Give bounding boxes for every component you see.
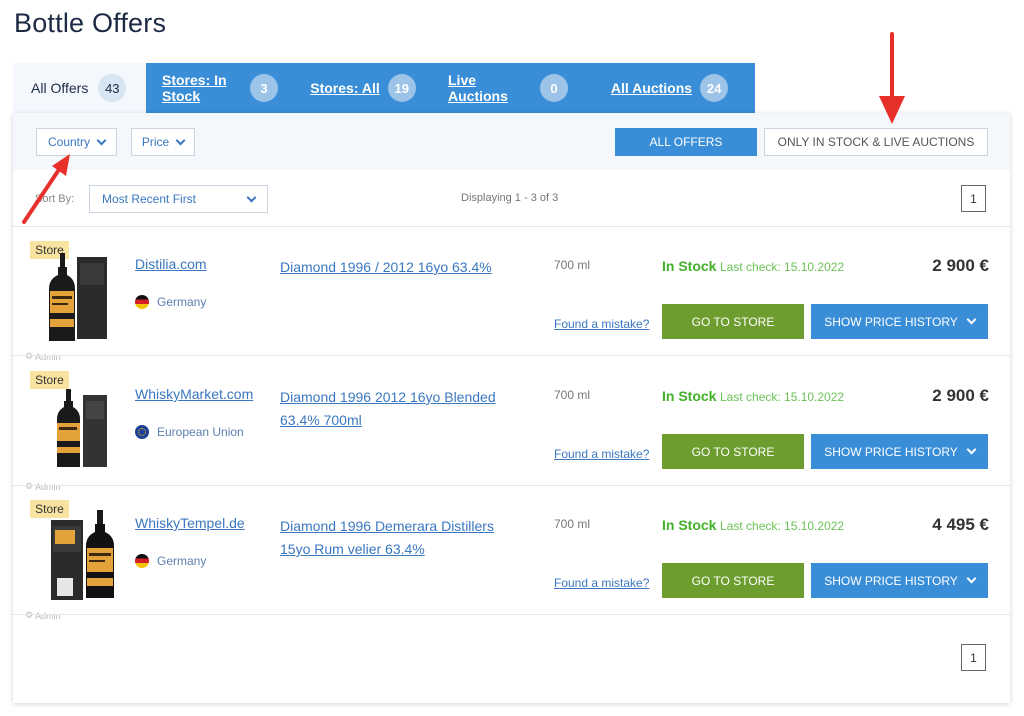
store-country: Germany <box>135 295 206 309</box>
show-price-history-button[interactable]: SHOW PRICE HISTORY <box>811 563 988 598</box>
price-filter-label: Price <box>141 135 170 149</box>
bottle-volume: 700 ml <box>554 388 591 402</box>
found-mistake-link[interactable]: Found a mistake? <box>554 447 649 461</box>
found-mistake-link[interactable]: Found a mistake? <box>554 317 649 331</box>
tab-count-badge: 3 <box>250 74 278 102</box>
show-price-history-button[interactable]: SHOW PRICE HISTORY <box>811 304 988 339</box>
country-filter-label: Country <box>47 135 91 149</box>
store-country: Germany <box>135 554 206 568</box>
bottle-volume: 700 ml <box>554 258 591 272</box>
bottle-thumbnail <box>49 253 107 341</box>
divider <box>13 226 1010 227</box>
last-check: Last check: 15.10.2022 <box>720 519 845 533</box>
country-name: Germany <box>157 295 207 309</box>
last-check: Last check: 15.10.2022 <box>720 260 845 274</box>
admin-label: Admin <box>35 351 61 362</box>
divider <box>13 614 1010 615</box>
gear-icon: ⚙ <box>25 351 34 361</box>
offer-price: 2 900 € <box>932 256 989 275</box>
bottle-thumbnail <box>51 510 114 600</box>
store-link[interactable]: WhiskyMarket.com <box>135 386 253 402</box>
bottle-volume: 700 ml <box>554 517 591 531</box>
tab-count-badge: 43 <box>98 74 127 102</box>
price-history-label: SHOW PRICE HISTORY <box>824 444 958 459</box>
gear-icon: ⚙ <box>25 610 34 620</box>
all-offers-button[interactable]: ALL OFFERS <box>615 128 757 156</box>
stock-status: In Stock <box>662 388 717 404</box>
store-link[interactable]: Distilia.com <box>135 256 207 272</box>
chevron-down-icon <box>966 573 977 584</box>
country-name: European Union <box>157 425 244 439</box>
price-filter-button[interactable]: Price <box>131 128 195 156</box>
offer-row: Store ⚙ Admin Distilia.com Germany Diamon… <box>13 241 1010 370</box>
admin-label: Admin <box>35 481 61 492</box>
admin-label: Admin <box>35 610 61 621</box>
last-check: Last check: 15.10.2022 <box>720 390 845 404</box>
tab-stores-all[interactable]: Stores: All 19 <box>294 63 432 113</box>
chevron-down-icon <box>246 192 257 202</box>
store-link[interactable]: WhiskyTempel.de <box>135 515 245 531</box>
offer-tabs: All Offers 43 Stores: In Stock 3 Stores:… <box>13 63 755 113</box>
tab-label: All Offers <box>31 80 89 96</box>
divider <box>13 485 1010 486</box>
bottle-name-link[interactable]: Diamond 1996 / 2012 16yo 63.4% <box>280 256 520 279</box>
offer-price: 2 900 € <box>932 386 989 405</box>
offer-price: 4 495 € <box>932 515 989 534</box>
price-history-label: SHOW PRICE HISTORY <box>824 314 958 329</box>
tab-label: Stores: In Stock <box>162 72 227 104</box>
admin-link[interactable]: ⚙ Admin <box>25 481 61 492</box>
annotation-arrow-icon <box>22 154 70 224</box>
tab-stores-in-stock[interactable]: Stores: In Stock 3 <box>146 63 294 113</box>
store-country: European Union <box>135 425 244 439</box>
tab-label: All Auctions <box>610 80 693 96</box>
offers-panel: Country Price ALL OFFERS ONLY IN STOCK &… <box>13 113 1010 703</box>
offer-row: Store ⚙ Admin WhiskyTempel.de Germany Dia… <box>13 500 1010 629</box>
stock-status: In Stock <box>662 517 717 533</box>
chevron-down-icon <box>96 135 107 145</box>
offer-row: Store ⚙ Admin WhiskyMarket.com European U… <box>13 371 1010 500</box>
sort-select-value: Most Recent First <box>102 192 197 206</box>
price-history-label: SHOW PRICE HISTORY <box>824 573 958 588</box>
stock-status: In Stock <box>662 258 717 274</box>
annotation-arrow-icon <box>879 32 905 124</box>
germany-flag-icon <box>135 554 149 568</box>
tab-label: Live Auctions <box>448 72 508 104</box>
germany-flag-icon <box>135 295 149 309</box>
pagination-page-top[interactable]: 1 <box>961 185 986 212</box>
go-to-store-button[interactable]: GO TO STORE <box>662 434 804 469</box>
chevron-down-icon <box>966 314 977 325</box>
tab-count-badge: 0 <box>540 74 568 102</box>
admin-link[interactable]: ⚙ Admin <box>25 351 61 362</box>
found-mistake-link[interactable]: Found a mistake? <box>554 576 649 590</box>
tab-all-auctions[interactable]: All Auctions 24 <box>584 63 755 113</box>
page-title: Bottle Offers <box>14 8 167 38</box>
country-name: Germany <box>157 554 207 568</box>
eu-flag-icon <box>135 425 149 439</box>
tab-count-badge: 24 <box>700 74 729 102</box>
tab-all-offers[interactable]: All Offers 43 <box>13 63 146 113</box>
displaying-count: Displaying 1 - 3 of 3 <box>461 192 559 204</box>
chevron-down-icon <box>966 444 977 455</box>
tab-count-badge: 19 <box>387 74 416 102</box>
divider <box>13 355 1010 356</box>
bottle-thumbnail <box>57 389 107 467</box>
tab-label: Stores: All <box>310 80 380 96</box>
admin-link[interactable]: ⚙ Admin <box>25 610 61 621</box>
chevron-down-icon <box>175 135 186 145</box>
bottle-name-link[interactable]: Diamond 1996 2012 16yo Blended 63.4% 700… <box>280 386 520 432</box>
filter-bar: Country Price ALL OFFERS ONLY IN STOCK &… <box>13 113 1010 170</box>
in-stock-live-auctions-button[interactable]: ONLY IN STOCK & LIVE AUCTIONS <box>764 128 988 156</box>
show-price-history-button[interactable]: SHOW PRICE HISTORY <box>811 434 988 469</box>
tab-live-auctions[interactable]: Live Auctions 0 <box>432 63 584 113</box>
gear-icon: ⚙ <box>25 481 34 491</box>
go-to-store-button[interactable]: GO TO STORE <box>662 304 804 339</box>
pagination-page-bottom[interactable]: 1 <box>961 644 986 671</box>
go-to-store-button[interactable]: GO TO STORE <box>662 563 804 598</box>
bottle-name-link[interactable]: Diamond 1996 Demerara Distillers 15yo Ru… <box>280 515 520 561</box>
sort-select[interactable]: Most Recent First <box>89 185 268 213</box>
